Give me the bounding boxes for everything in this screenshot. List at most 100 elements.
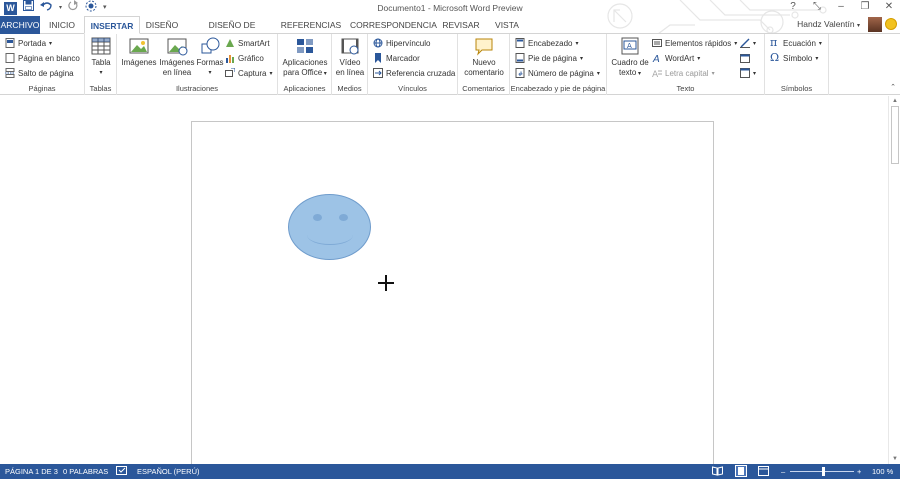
group-label-texto: Texto <box>676 84 695 93</box>
language-status[interactable]: ESPAÑOL (PERÚ) <box>137 467 200 476</box>
maximize-icon[interactable]: ❐ <box>860 1 870 12</box>
user-name[interactable]: Handz Valentín ▾ <box>797 19 860 29</box>
group-simbolos: π Ecuación ▾ Ω Símbolo ▾ Símbolos <box>765 34 829 95</box>
svg-text:#: # <box>518 71 523 78</box>
scrollbar-thumb[interactable] <box>891 106 899 164</box>
tab-inicio[interactable]: INICIO <box>43 16 81 34</box>
object-icon <box>740 68 750 78</box>
portada-button[interactable]: Portada ▾ <box>5 37 52 49</box>
pictures-icon <box>128 36 150 56</box>
page-count-status[interactable]: PÁGINA 1 DE 3 <box>5 467 58 476</box>
hyperlink-icon <box>373 38 383 48</box>
imagenes-en-linea-button[interactable]: Imágenes en línea <box>158 36 196 78</box>
user-dropdown-icon[interactable]: ▾ <box>857 23 860 29</box>
bookmark-icon <box>373 53 383 63</box>
smartart-icon <box>225 38 235 48</box>
status-bar: PÁGINA 1 DE 3 0 PALABRAS ESPAÑOL (PERÚ) … <box>0 464 900 479</box>
simbolo-button[interactable]: Ω Símbolo ▾ <box>770 52 818 64</box>
aplicaciones-para-office-button[interactable]: Aplicaciones para Office ▾ <box>280 36 330 79</box>
numero-de-pagina-button[interactable]: # Número de página ▾ <box>515 67 600 79</box>
footer-icon <box>515 53 525 63</box>
table-icon <box>90 36 112 56</box>
group-label-ilustraciones: Ilustraciones <box>175 84 219 93</box>
tab-vista[interactable]: VISTA <box>490 16 524 34</box>
tabla-button[interactable]: Tabla ▾ <box>88 36 114 78</box>
group-label-tablas: Tablas <box>89 84 112 93</box>
scroll-up-icon[interactable]: ▲ <box>891 97 899 105</box>
word-count-status[interactable]: 0 PALABRAS <box>63 467 108 476</box>
group-paginas: Portada ▾ Página en blanco Salto de págin… <box>0 34 85 95</box>
date-time-icon <box>740 53 750 63</box>
proofing-icon[interactable] <box>116 466 127 478</box>
read-mode-icon[interactable] <box>712 466 723 478</box>
tab-archivo[interactable]: ARCHIVO <box>0 16 40 34</box>
letra-capital-button[interactable]: A Letra capital ▾ <box>652 67 715 81</box>
group-vinculos: Hipervínculo Marcador Referencia cruzada… <box>368 34 458 95</box>
blank-page-icon <box>5 53 15 63</box>
cover-page-icon <box>5 38 15 48</box>
tab-diseno[interactable]: DISEÑO <box>142 16 182 34</box>
zoom-in-icon[interactable]: + <box>857 467 861 476</box>
cuadro-de-texto-button[interactable]: A Cuadro de texto ▾ <box>609 36 651 79</box>
captura-button[interactable]: Captura ▾ <box>225 67 272 79</box>
document-canvas[interactable] <box>0 96 888 466</box>
tab-referencias[interactable]: REFERENCIAS <box>280 16 342 34</box>
cross-reference-icon <box>373 68 383 78</box>
encabezado-button[interactable]: Encabezado ▾ <box>515 37 579 49</box>
grafico-button[interactable]: Gráfico <box>225 52 264 64</box>
group-ilustraciones: Imágenes Imágenes en línea Formas ▾ Smar… <box>117 34 278 95</box>
apps-for-office-icon <box>294 36 316 56</box>
smiley-right-eye <box>339 214 348 221</box>
avatar[interactable] <box>868 17 882 32</box>
insert-object-button[interactable]: ▾ <box>740 67 756 79</box>
web-layout-icon[interactable] <box>758 466 769 478</box>
page-number-icon: # <box>515 68 525 78</box>
page-break-icon <box>5 68 15 78</box>
scroll-down-icon[interactable]: ▼ <box>891 455 899 463</box>
hipervinculo-button[interactable]: Hipervínculo <box>373 37 430 49</box>
video-en-linea-button[interactable]: Vídeo en línea <box>334 36 366 78</box>
date-time-button[interactable] <box>740 52 750 64</box>
tab-correspondencia[interactable]: CORRESPONDENCIA <box>350 16 437 34</box>
wordart-icon: A <box>652 53 662 65</box>
new-comment-icon <box>473 36 495 56</box>
send-feedback-smiley-icon[interactable] <box>885 18 897 30</box>
group-texto: A Cuadro de texto ▾ Elementos rápidos ▾ A… <box>607 34 765 95</box>
salto-de-pagina-button[interactable]: Salto de página <box>5 67 74 79</box>
group-aplicaciones: Aplicaciones para Office ▾ Aplicaciones <box>278 34 332 95</box>
vertical-scrollbar[interactable]: ▲ ▼ <box>888 96 900 464</box>
ecuacion-button[interactable]: π Ecuación ▾ <box>770 37 822 49</box>
text-box-icon: A <box>619 36 641 56</box>
referencia-cruzada-button[interactable]: Referencia cruzada <box>373 67 455 79</box>
signature-line-icon <box>740 38 750 48</box>
marcador-button[interactable]: Marcador <box>373 52 420 64</box>
collapse-ribbon-icon[interactable]: ⌃ <box>890 83 896 91</box>
drop-cap-icon: A <box>652 68 662 80</box>
formas-button[interactable]: Formas ▾ <box>195 36 225 78</box>
print-layout-icon[interactable] <box>735 465 747 479</box>
signature-line-button[interactable]: ▾ <box>740 37 756 49</box>
nuevo-comentario-button[interactable]: Nuevo comentario <box>460 36 508 78</box>
zoom-level[interactable]: 100 % <box>872 467 893 476</box>
smiley-left-eye <box>313 214 322 221</box>
tab-insertar[interactable]: INSERTAR <box>84 16 140 34</box>
close-icon[interactable]: ✕ <box>884 1 894 12</box>
tab-diseno-de-pagina[interactable]: DISEÑO DE PÁGINA <box>192 16 272 48</box>
elementos-rapidos-button[interactable]: Elementos rápidos ▾ <box>652 37 737 49</box>
zoom-slider-handle[interactable] <box>822 467 825 476</box>
shapes-icon <box>199 36 221 56</box>
document-page[interactable] <box>191 121 714 466</box>
pagina-en-blanco-button[interactable]: Página en blanco <box>5 52 80 64</box>
tab-revisar[interactable]: REVISAR <box>440 16 482 34</box>
imagenes-button[interactable]: Imágenes <box>120 36 158 68</box>
group-comentarios: Nuevo comentario Comentarios <box>458 34 510 95</box>
group-label-encabezado-pie: Encabezado y pie de página <box>510 84 606 93</box>
pie-de-pagina-button[interactable]: Pie de página ▾ <box>515 52 583 64</box>
group-label-medios: Medios <box>337 84 362 93</box>
smiley-face-shape[interactable] <box>288 194 371 260</box>
chart-icon <box>225 53 235 63</box>
smartart-button[interactable]: SmartArt <box>225 37 270 49</box>
crosshair-cursor-icon <box>378 275 394 291</box>
wordart-button[interactable]: A WordArt ▾ <box>652 52 700 66</box>
zoom-out-icon[interactable]: – <box>781 467 785 476</box>
